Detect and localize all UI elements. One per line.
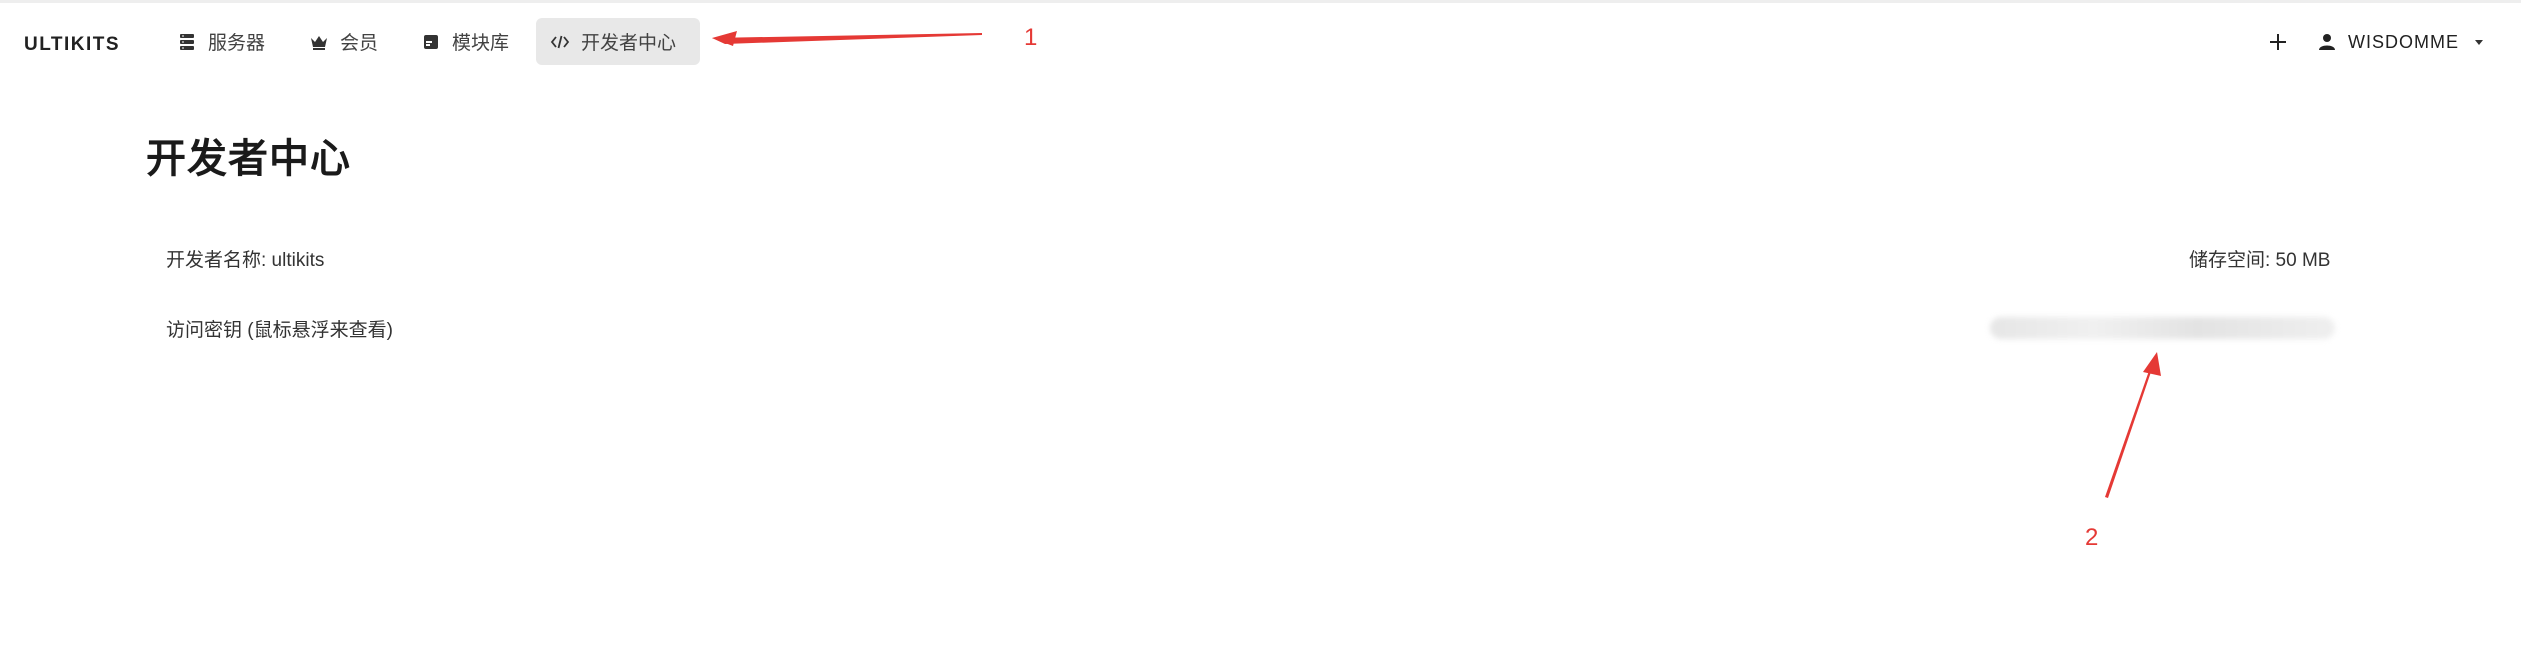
page: ULTIKITS 服务器 会员 模块库 开发者中心 WISDOMME 开发者中心…	[0, 0, 2521, 671]
module-icon	[421, 32, 441, 52]
developer-name: 开发者名称: ultikits	[166, 250, 325, 271]
user-name: WISDOMME	[2348, 31, 2459, 52]
top-border	[0, 0, 2521, 3]
nav-item-membership[interactable]: 会员	[295, 18, 392, 65]
caret-down-icon	[2473, 36, 2485, 48]
user-menu[interactable]: WISDOMME	[2318, 24, 2485, 60]
annotation-label-2: 2	[2085, 524, 2099, 551]
storage-info: 储存空间: 50 MB	[2189, 250, 2331, 271]
arrow-1-shaft	[712, 33, 982, 44]
nav-label: 开发者中心	[581, 33, 677, 54]
nav-label: 服务器	[208, 33, 266, 54]
arrow-1-head	[712, 31, 737, 46]
access-key-label: 访问密钥 (鼠标悬浮来查看)	[166, 320, 393, 341]
nav-label: 会员	[340, 33, 379, 54]
nav-item-module-library[interactable]: 模块库	[407, 18, 523, 65]
code-icon	[550, 32, 570, 52]
add-button[interactable]	[2260, 24, 2296, 60]
brand-logo[interactable]: ULTIKITS	[24, 34, 120, 56]
arrow-2-head	[2143, 352, 2161, 376]
nav-item-developer-center[interactable]: 开发者中心	[536, 18, 700, 65]
page-title: 开发者中心	[146, 137, 351, 181]
crown-icon	[309, 32, 329, 52]
server-icon	[177, 32, 197, 52]
annotation-label-1: 1	[1024, 24, 1038, 51]
person-icon	[2318, 33, 2336, 51]
nav-label: 模块库	[452, 33, 510, 54]
arrow-2-shaft	[2105, 365, 2153, 498]
plus-icon	[2268, 32, 2288, 52]
nav-item-servers[interactable]: 服务器	[163, 18, 279, 65]
access-key-hidden-value[interactable]	[1990, 317, 2335, 339]
